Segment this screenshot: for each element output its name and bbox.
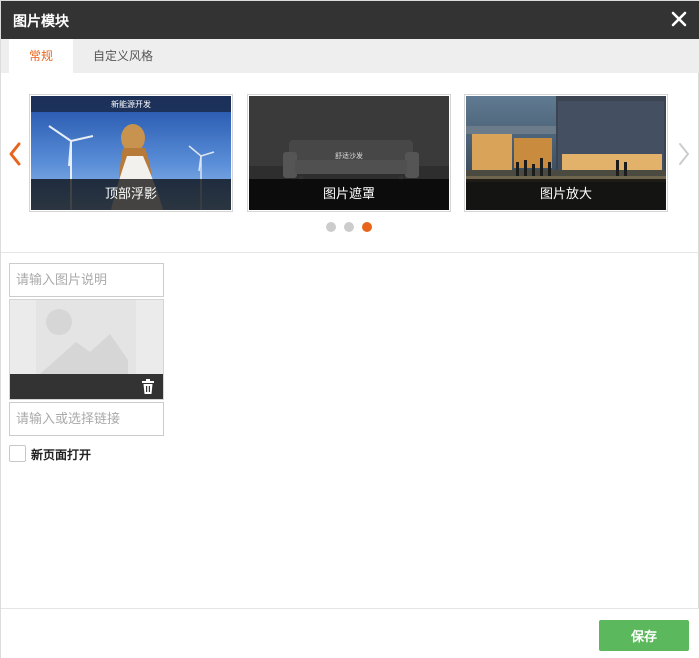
image-upload-box[interactable] (9, 299, 164, 400)
card-overlay-text: 舒适沙发 (335, 152, 363, 160)
new-page-checkbox[interactable] (9, 445, 26, 462)
style-card-image-zoom[interactable]: 图片放大 (464, 94, 668, 212)
new-page-label: 新页面打开 (31, 448, 92, 462)
image-placeholder-icon (36, 300, 136, 374)
chevron-right-icon[interactable] (675, 139, 693, 169)
style-card-image-mask[interactable]: 舒适沙发 图片遮罩 (247, 94, 451, 212)
image-caption-input[interactable] (9, 263, 164, 297)
card-caption: 图片遮罩 (249, 179, 449, 210)
chevron-left-icon[interactable] (6, 139, 24, 169)
tab-custom-style[interactable]: 自定义风格 (73, 39, 173, 73)
carousel-dot[interactable] (344, 222, 354, 232)
tab-bar: 常规 自定义风格 (1, 39, 699, 73)
link-input[interactable] (9, 402, 164, 436)
style-card-top-float[interactable]: 新能源开发 顶部浮影 (29, 94, 233, 212)
save-button[interactable]: 保存 (599, 620, 689, 651)
card-caption: 顶部浮影 (31, 179, 231, 210)
card-caption: 图片放大 (466, 179, 666, 210)
card-overlay-text: 新能源开发 (111, 100, 151, 109)
style-carousel: 新能源开发 顶部浮影 舒适沙发 图片遮罩 图片放大 (1, 73, 699, 253)
close-icon[interactable] (668, 8, 690, 30)
dialog-titlebar: 图片模块 (1, 1, 699, 39)
carousel-dot[interactable] (326, 222, 336, 232)
dialog-title: 图片模块 (13, 14, 69, 30)
carousel-dot-active[interactable] (362, 222, 372, 232)
dialog-footer: 保存 (1, 608, 699, 658)
tab-general[interactable]: 常规 (9, 39, 73, 73)
trash-icon[interactable] (141, 379, 155, 394)
image-module-dialog: 图片模块 常规 自定义风格 新能源开发 顶部浮影 舒适沙发 图片遮罩 图片放大 … (0, 0, 699, 658)
